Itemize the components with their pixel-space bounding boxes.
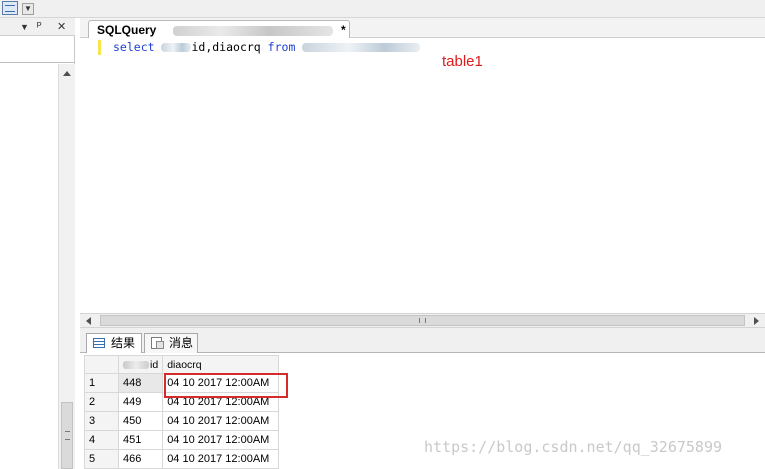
table-row[interactable]: 4 451 04 10 2017 12:00AM	[84, 430, 280, 450]
change-marker	[98, 40, 101, 55]
scrollbar-thumb[interactable]	[61, 402, 73, 469]
id-cell[interactable]: 449	[117, 392, 164, 412]
grip-icon	[65, 431, 70, 440]
tab-messages-label: 消息	[169, 336, 194, 350]
grip-icon	[419, 318, 426, 323]
panel-header: ▼ ᴾ ✕	[0, 18, 75, 36]
date-cell[interactable]: 04 10 2017 12:00AM	[162, 449, 280, 469]
row-number[interactable]: 3	[84, 411, 119, 431]
query-results-icon[interactable]	[2, 1, 18, 15]
grid-icon	[93, 338, 105, 348]
tab-sqlquery[interactable]: SQLQuery *	[88, 20, 350, 39]
panel-divider	[0, 62, 75, 63]
column-header-id[interactable]: id	[117, 355, 164, 374]
column-header-diaocrq[interactable]: diaocrq	[162, 355, 280, 374]
editor-horizontal-scrollbar[interactable]	[80, 313, 765, 328]
table-row[interactable]: 2 449 04 10 2017 12:00AM	[84, 392, 280, 412]
row-header-corner[interactable]	[84, 355, 119, 374]
row-number[interactable]: 2	[84, 392, 119, 412]
query-editor[interactable]: select id,diaocrq from table1	[80, 38, 765, 313]
pin-icon[interactable]: ᴾ	[37, 20, 42, 34]
results-tab-strip: 结果 消息	[80, 328, 765, 354]
sql-keyword-select: select	[113, 40, 155, 54]
sql-keyword-from: from	[267, 40, 296, 54]
scroll-left-icon[interactable]	[86, 317, 91, 325]
id-cell[interactable]: 466	[117, 449, 164, 469]
table-row[interactable]: 5 466 04 10 2017 12:00AM	[84, 449, 280, 469]
table-header-row: id diaocrq	[84, 355, 280, 374]
horizontal-scrollbar-thumb[interactable]	[100, 315, 745, 326]
row-number[interactable]: 1	[84, 373, 119, 393]
date-cell[interactable]: 04 10 2017 12:00AM	[162, 392, 280, 412]
top-toolbar: ▼	[0, 0, 765, 18]
date-cell[interactable]: 04 10 2017 12:00AM	[162, 411, 280, 431]
close-icon[interactable]: ✕	[57, 20, 66, 34]
redacted-tab-text	[173, 26, 333, 36]
annotation-label: table1	[442, 53, 483, 70]
table-row[interactable]: 1 448 04 10 2017 12:00AM	[84, 373, 280, 393]
panel-menu-icon[interactable]: ▼	[20, 20, 29, 34]
scroll-up-icon[interactable]	[63, 71, 71, 76]
redacted-text	[161, 43, 192, 52]
tab-results-label: 结果	[111, 336, 136, 350]
sql-line[interactable]: select id,diaocrq from	[113, 39, 421, 55]
date-cell[interactable]: 04 10 2017 12:00AM	[162, 373, 280, 393]
date-cell[interactable]: 04 10 2017 12:00AM	[162, 430, 280, 450]
watermark-text: https://blog.csdn.net/qq_32675899	[424, 438, 723, 456]
row-number[interactable]: 4	[84, 430, 119, 450]
tab-title: SQLQuery	[97, 23, 157, 37]
document-tab-strip: SQLQuery *	[80, 18, 765, 39]
id-cell[interactable]: 451	[117, 430, 164, 450]
redacted-table-name	[302, 43, 421, 52]
scroll-right-icon[interactable]	[754, 317, 759, 325]
panel-vertical-scrollbar[interactable]	[58, 64, 75, 469]
toolbar-dropdown-button[interactable]: ▼	[22, 3, 34, 15]
sql-columns: id,diaocrq	[191, 40, 261, 54]
tab-results[interactable]: 结果	[86, 333, 142, 354]
redacted-text	[123, 360, 149, 369]
object-explorer-panel: ▼ ᴾ ✕	[0, 18, 75, 469]
table-row[interactable]: 3 450 04 10 2017 12:00AM	[84, 411, 280, 431]
tab-messages[interactable]: 消息	[144, 333, 198, 353]
messages-icon	[151, 337, 164, 349]
results-table[interactable]: id diaocrq 1 448 04 10 2017 12:00AM 2 44…	[84, 355, 280, 469]
unsaved-marker: *	[341, 23, 346, 37]
row-number[interactable]: 5	[84, 449, 119, 469]
id-cell[interactable]: 448	[117, 373, 164, 393]
id-cell[interactable]: 450	[117, 411, 164, 431]
